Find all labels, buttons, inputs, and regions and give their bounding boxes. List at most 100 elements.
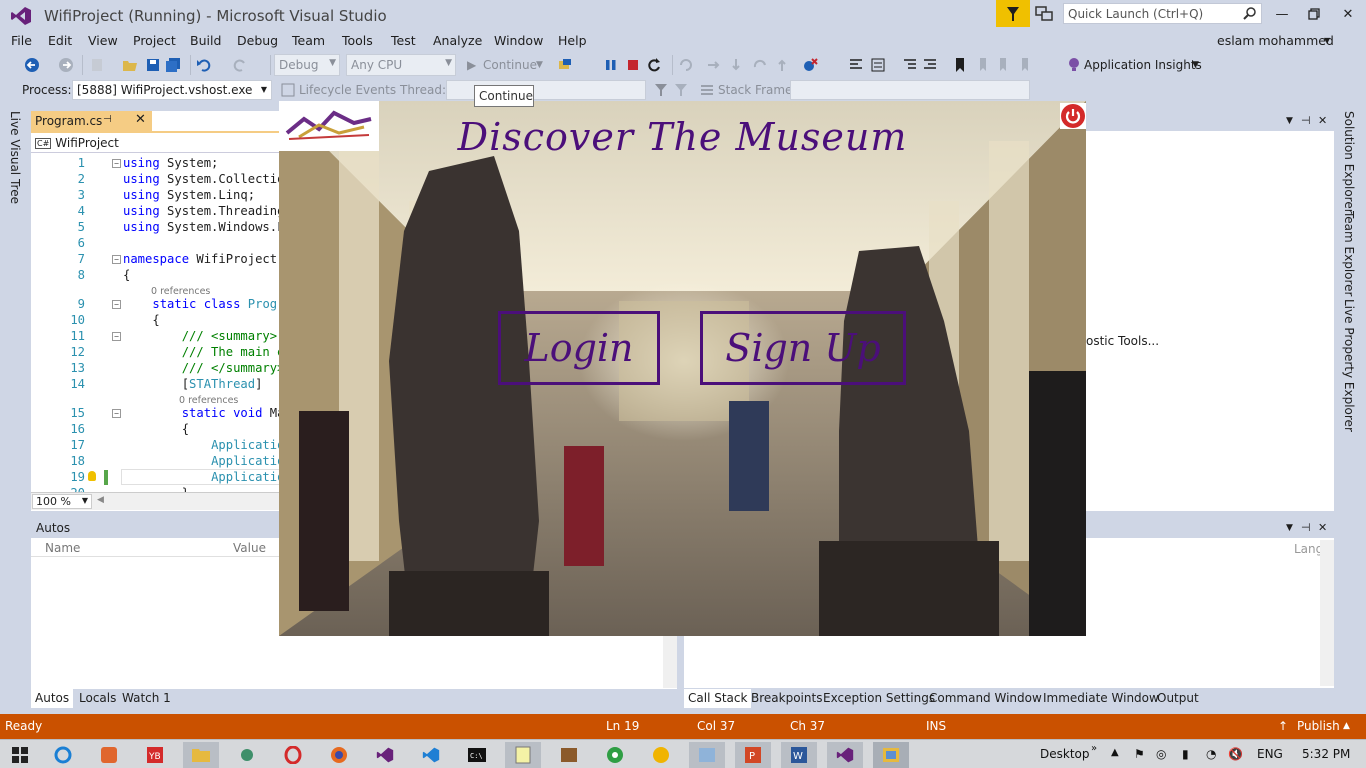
flag-thread-icon[interactable] — [674, 83, 688, 97]
feedback-icon[interactable] — [1034, 5, 1054, 23]
minimize-button[interactable]: — — [1270, 4, 1294, 24]
menu-project[interactable]: Project — [133, 33, 176, 48]
user-account-menu[interactable]: eslam mohammed — [1217, 33, 1334, 48]
clear-bookmarks-icon[interactable] — [1018, 57, 1034, 73]
menu-file[interactable]: File — [11, 33, 32, 48]
opera-icon[interactable] — [275, 742, 311, 768]
menu-view[interactable]: View — [88, 33, 118, 48]
powerpoint-icon[interactable]: P — [735, 742, 771, 768]
chevron-down-icon[interactable]: ▼ — [1324, 36, 1330, 45]
pin-icon[interactable]: ⊣ — [1301, 521, 1311, 534]
menu-team[interactable]: Team — [292, 33, 325, 48]
visual-studio-running-icon[interactable] — [827, 742, 863, 768]
search-icon[interactable] — [1243, 6, 1257, 20]
settings-app-icon[interactable] — [229, 742, 265, 768]
tab-autos[interactable]: Autos — [31, 689, 74, 708]
publish-up-arrow-icon[interactable]: ↑ — [1278, 719, 1288, 733]
forward-icon[interactable] — [58, 57, 74, 73]
tab-command-window[interactable]: Command Window — [929, 691, 1042, 705]
notifications-flag-icon[interactable] — [996, 0, 1030, 27]
chevron-down-icon[interactable]: ▼ — [536, 60, 543, 70]
save-icon[interactable] — [145, 57, 161, 73]
close-icon[interactable]: ✕ — [1318, 114, 1327, 127]
menu-analyze[interactable]: Analyze — [433, 33, 482, 48]
code-line[interactable]: /// <summary> — [123, 329, 277, 343]
live-visual-tree-tab[interactable]: Live Visual Tree — [8, 111, 22, 204]
close-icon[interactable]: ✕ — [1318, 521, 1327, 534]
code-line[interactable]: Application — [123, 438, 280, 452]
code-lens-references[interactable]: 0 references — [179, 395, 238, 406]
navigation-scope-select[interactable]: C# WifiProject — [31, 133, 280, 153]
filter-icon[interactable] — [654, 83, 668, 97]
power-button-icon[interactable] — [1060, 103, 1086, 129]
code-line[interactable]: using System.Threading — [123, 204, 280, 218]
app-orange-icon[interactable] — [91, 742, 127, 768]
wifi-icon[interactable]: ◔ — [1206, 747, 1216, 761]
menu-tools[interactable]: Tools — [342, 33, 373, 48]
code-line[interactable]: static class Progra — [123, 297, 280, 311]
tab-call-stack[interactable]: Call Stack — [684, 689, 752, 708]
align-left-icon[interactable] — [848, 57, 864, 73]
open-file-icon[interactable] — [122, 57, 138, 73]
collapse-region-icon[interactable]: − — [112, 332, 121, 341]
code-line[interactable]: { — [123, 313, 159, 327]
media-app-icon[interactable] — [551, 742, 587, 768]
battery-icon[interactable]: ▮ — [1182, 747, 1189, 761]
menu-debug[interactable]: Debug — [237, 33, 278, 48]
wifi-project-app-icon[interactable] — [873, 742, 909, 768]
chrome-icon[interactable] — [597, 742, 633, 768]
code-line[interactable]: { — [123, 422, 189, 436]
column-header-value[interactable]: Value — [233, 541, 266, 555]
step-up-icon[interactable] — [774, 57, 790, 73]
code-line[interactable]: Application — [123, 454, 280, 468]
lifecycle-events-button[interactable]: Lifecycle Events — [299, 83, 396, 97]
code-line[interactable]: using System.Linq; — [123, 188, 255, 202]
tab-output[interactable]: Output — [1157, 691, 1199, 705]
visual-studio-taskbar-icon[interactable] — [367, 742, 403, 768]
action-center-flag-icon[interactable]: ⚑ — [1134, 747, 1145, 761]
menu-edit[interactable]: Edit — [48, 33, 72, 48]
diagnostic-tools-link[interactable]: ostic Tools... — [1086, 334, 1159, 348]
tab-watch-1[interactable]: Watch 1 — [122, 691, 171, 705]
undo-icon[interactable] — [196, 57, 212, 73]
configuration-select[interactable]: Debug ▼ — [274, 54, 340, 76]
word-icon[interactable]: W — [781, 742, 817, 768]
menu-window[interactable]: Window — [494, 33, 543, 48]
stop-icon[interactable] — [625, 57, 641, 73]
desktop-toolbar[interactable]: Desktop — [1040, 747, 1090, 761]
panel-menu-icon[interactable]: ▼ — [1286, 523, 1293, 533]
solution-explorer-tab[interactable]: Solution Explorer — [1342, 111, 1356, 214]
notepad-icon[interactable] — [505, 742, 541, 768]
chevron-up-icon[interactable]: ▲ — [1343, 721, 1350, 731]
live-property-explorer-tab[interactable]: Live Property Explorer — [1342, 299, 1356, 432]
code-line[interactable]: [STAThread] — [123, 377, 263, 391]
volume-muted-icon[interactable]: 🔇 — [1228, 747, 1243, 761]
play-icon[interactable]: ▶ — [467, 58, 476, 72]
panel-menu-icon[interactable]: ▼ — [1286, 116, 1293, 126]
menu-test[interactable]: Test — [391, 33, 416, 48]
process-select[interactable]: [5888] WifiProject.vshost.exe ▼ — [72, 80, 272, 100]
save-all-icon[interactable] — [165, 57, 181, 73]
code-line[interactable]: using System; — [123, 156, 218, 170]
document-tab-program-cs[interactable]: Program.cs ⊣ ✕ — [31, 111, 152, 131]
network-icon[interactable]: ◎ — [1156, 747, 1166, 761]
code-lens-references[interactable]: 0 references — [151, 286, 210, 297]
code-line[interactable]: /// The main e — [123, 345, 280, 359]
show-next-statement-icon[interactable] — [678, 57, 694, 73]
platform-select[interactable]: Any CPU ▼ — [346, 54, 456, 76]
menu-help[interactable]: Help — [558, 33, 587, 48]
publish-button[interactable]: Publish — [1297, 719, 1340, 733]
sign-up-button[interactable]: Sign Up — [700, 311, 906, 385]
chevron-down-icon[interactable]: ▼ — [1192, 60, 1199, 70]
image-viewer-icon[interactable] — [689, 742, 725, 768]
application-insights-button[interactable]: Application Insights — [1084, 58, 1202, 72]
tab-exception-settings[interactable]: Exception Settings — [823, 691, 935, 705]
pause-icon[interactable] — [603, 57, 619, 73]
file-explorer-icon[interactable] — [183, 742, 219, 768]
input-language[interactable]: ENG — [1257, 747, 1283, 761]
tab-breakpoints[interactable]: Breakpoints — [751, 691, 822, 705]
lightbulb-icon[interactable] — [1066, 57, 1082, 73]
quick-launch-input[interactable]: Quick Launch (Ctrl+Q) — [1063, 3, 1262, 24]
windows-start-icon[interactable] — [2, 742, 38, 768]
collapse-region-icon[interactable]: − — [112, 159, 121, 168]
